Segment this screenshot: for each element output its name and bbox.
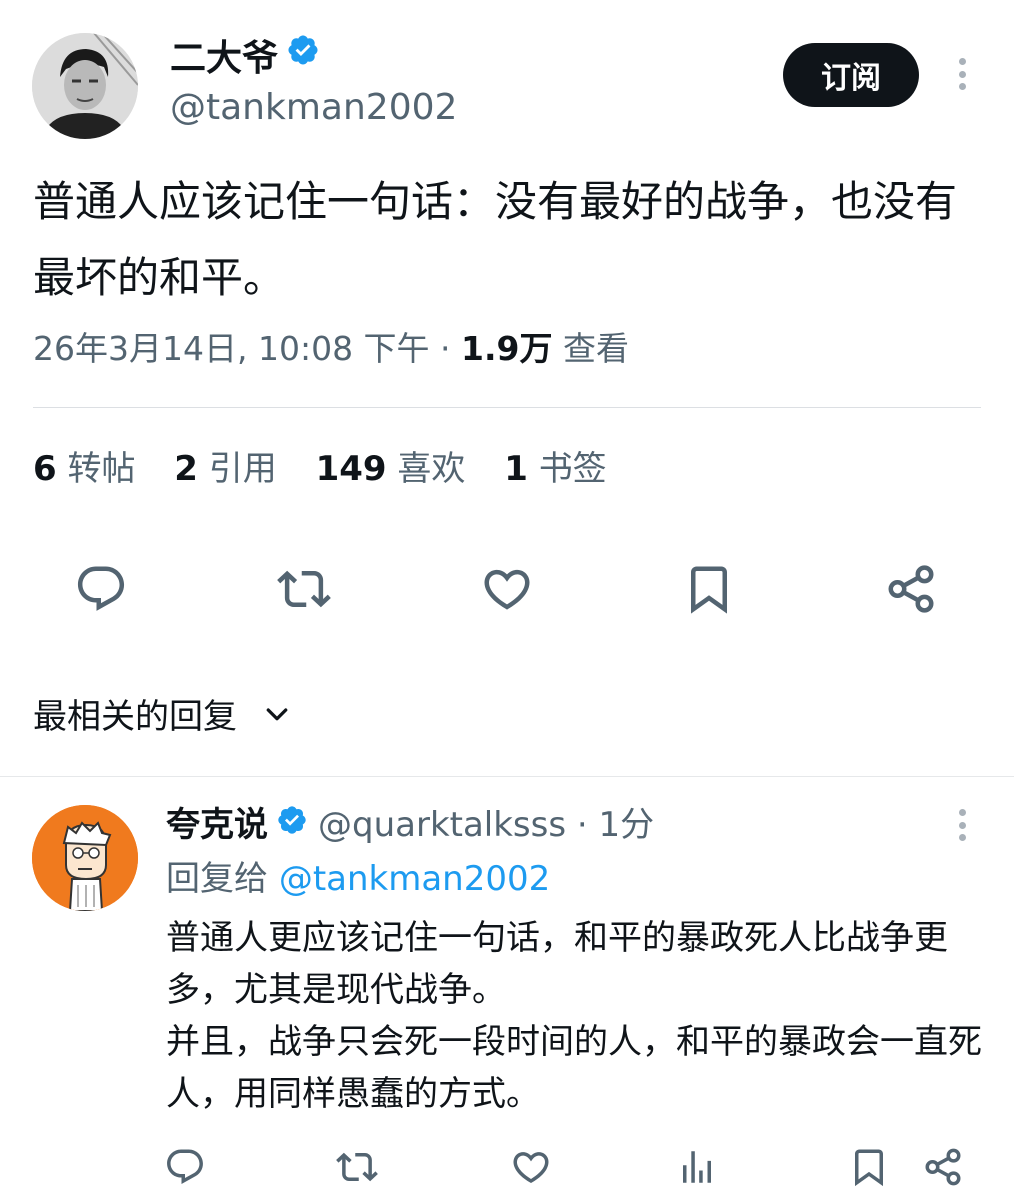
subscribe-button[interactable]: 订阅 bbox=[783, 43, 919, 107]
reply-text: 普通人更应该记住一句话，和平的暴政死人比战争更多，尤其是现代战争。 并且，战争只… bbox=[166, 912, 986, 1120]
replying-to-prefix: 回复给 bbox=[166, 859, 279, 899]
verified-badge-icon bbox=[276, 800, 308, 850]
reply-more-options-icon[interactable] bbox=[957, 809, 967, 841]
author-avatar[interactable] bbox=[32, 33, 138, 139]
share-icon bbox=[888, 565, 934, 613]
reply-repost-button[interactable] bbox=[336, 1146, 378, 1192]
bookmark-icon bbox=[855, 1149, 883, 1187]
post-text: 普通人应该记住一句话：没有最好的战争，也没有最坏的和平。 bbox=[33, 177, 958, 302]
chevron-down-icon bbox=[266, 707, 288, 720]
reply-views-button[interactable] bbox=[676, 1146, 718, 1192]
reply-like-button[interactable] bbox=[510, 1146, 552, 1192]
divider bbox=[33, 407, 981, 408]
stat-reposts[interactable]: 6 转帖 bbox=[33, 449, 135, 489]
like-icon bbox=[484, 569, 530, 610]
share-icon bbox=[925, 1148, 961, 1186]
post-stats: 6 转帖 2 引用 149 喜欢 1 书签 bbox=[33, 444, 635, 494]
reply-paragraph: 并且，战争只会死一段时间的人，和平的暴政会一直死人，用同样愚蠢的方式。 bbox=[166, 1022, 982, 1114]
post-timestamp[interactable]: 26年3月14日, 10:08 下午 bbox=[33, 329, 430, 368]
replies-sort-dropdown[interactable]: 最相关的回复 bbox=[33, 692, 292, 742]
author-name-text[interactable]: 二大爷 bbox=[170, 38, 278, 79]
stat-quotes[interactable]: 2 引用 bbox=[174, 449, 276, 489]
like-icon bbox=[513, 1152, 549, 1184]
reply-paragraph: 普通人更应该记住一句话，和平的暴政死人比战争更多，尤其是现代战争。 bbox=[166, 918, 948, 1010]
share-button[interactable] bbox=[884, 562, 938, 616]
reply-icon bbox=[167, 1149, 203, 1184]
author-display-name[interactable]: 二大爷 bbox=[170, 33, 320, 83]
reply-author-avatar[interactable] bbox=[32, 805, 138, 911]
post-meta: 26年3月14日, 10:08 下午 · 1.9万 查看 bbox=[33, 323, 629, 375]
repost-button[interactable] bbox=[276, 562, 332, 616]
reply-share-button[interactable] bbox=[922, 1146, 964, 1192]
reply-bookmark-button[interactable] bbox=[848, 1146, 890, 1192]
reply-time[interactable]: · 1分 bbox=[566, 805, 654, 845]
repost-icon bbox=[277, 570, 331, 608]
divider bbox=[0, 776, 1014, 777]
reply-author-handle[interactable]: @quarktalksss bbox=[318, 805, 566, 845]
views-icon bbox=[683, 1151, 711, 1183]
more-options-icon[interactable] bbox=[957, 58, 967, 90]
bookmark-button[interactable] bbox=[682, 562, 736, 616]
stat-bookmarks[interactable]: 1 书签 bbox=[504, 449, 606, 489]
reply-header: 夸克说 @quarktalksss · 1分 bbox=[166, 800, 654, 852]
views-count: 1.9万 bbox=[461, 329, 553, 368]
reply-author-name[interactable]: 夸克说 bbox=[166, 805, 268, 845]
meta-separator: · bbox=[429, 329, 462, 368]
bookmark-icon bbox=[691, 566, 727, 614]
replying-to: 回复给 @tankman2002 bbox=[166, 854, 550, 904]
replies-sort-label: 最相关的回复 bbox=[33, 697, 237, 737]
repost-icon bbox=[336, 1152, 378, 1182]
like-button[interactable] bbox=[479, 562, 535, 616]
reply-button[interactable] bbox=[74, 562, 128, 616]
reply-reply-button[interactable] bbox=[164, 1146, 206, 1192]
stat-likes[interactable]: 149 喜欢 bbox=[316, 449, 466, 489]
reply-icon bbox=[77, 566, 125, 611]
verified-badge-icon bbox=[286, 33, 320, 79]
replying-to-mention[interactable]: @tankman2002 bbox=[279, 859, 550, 899]
views-label: 查看 bbox=[563, 329, 630, 368]
author-handle[interactable]: @tankman2002 bbox=[170, 86, 457, 130]
